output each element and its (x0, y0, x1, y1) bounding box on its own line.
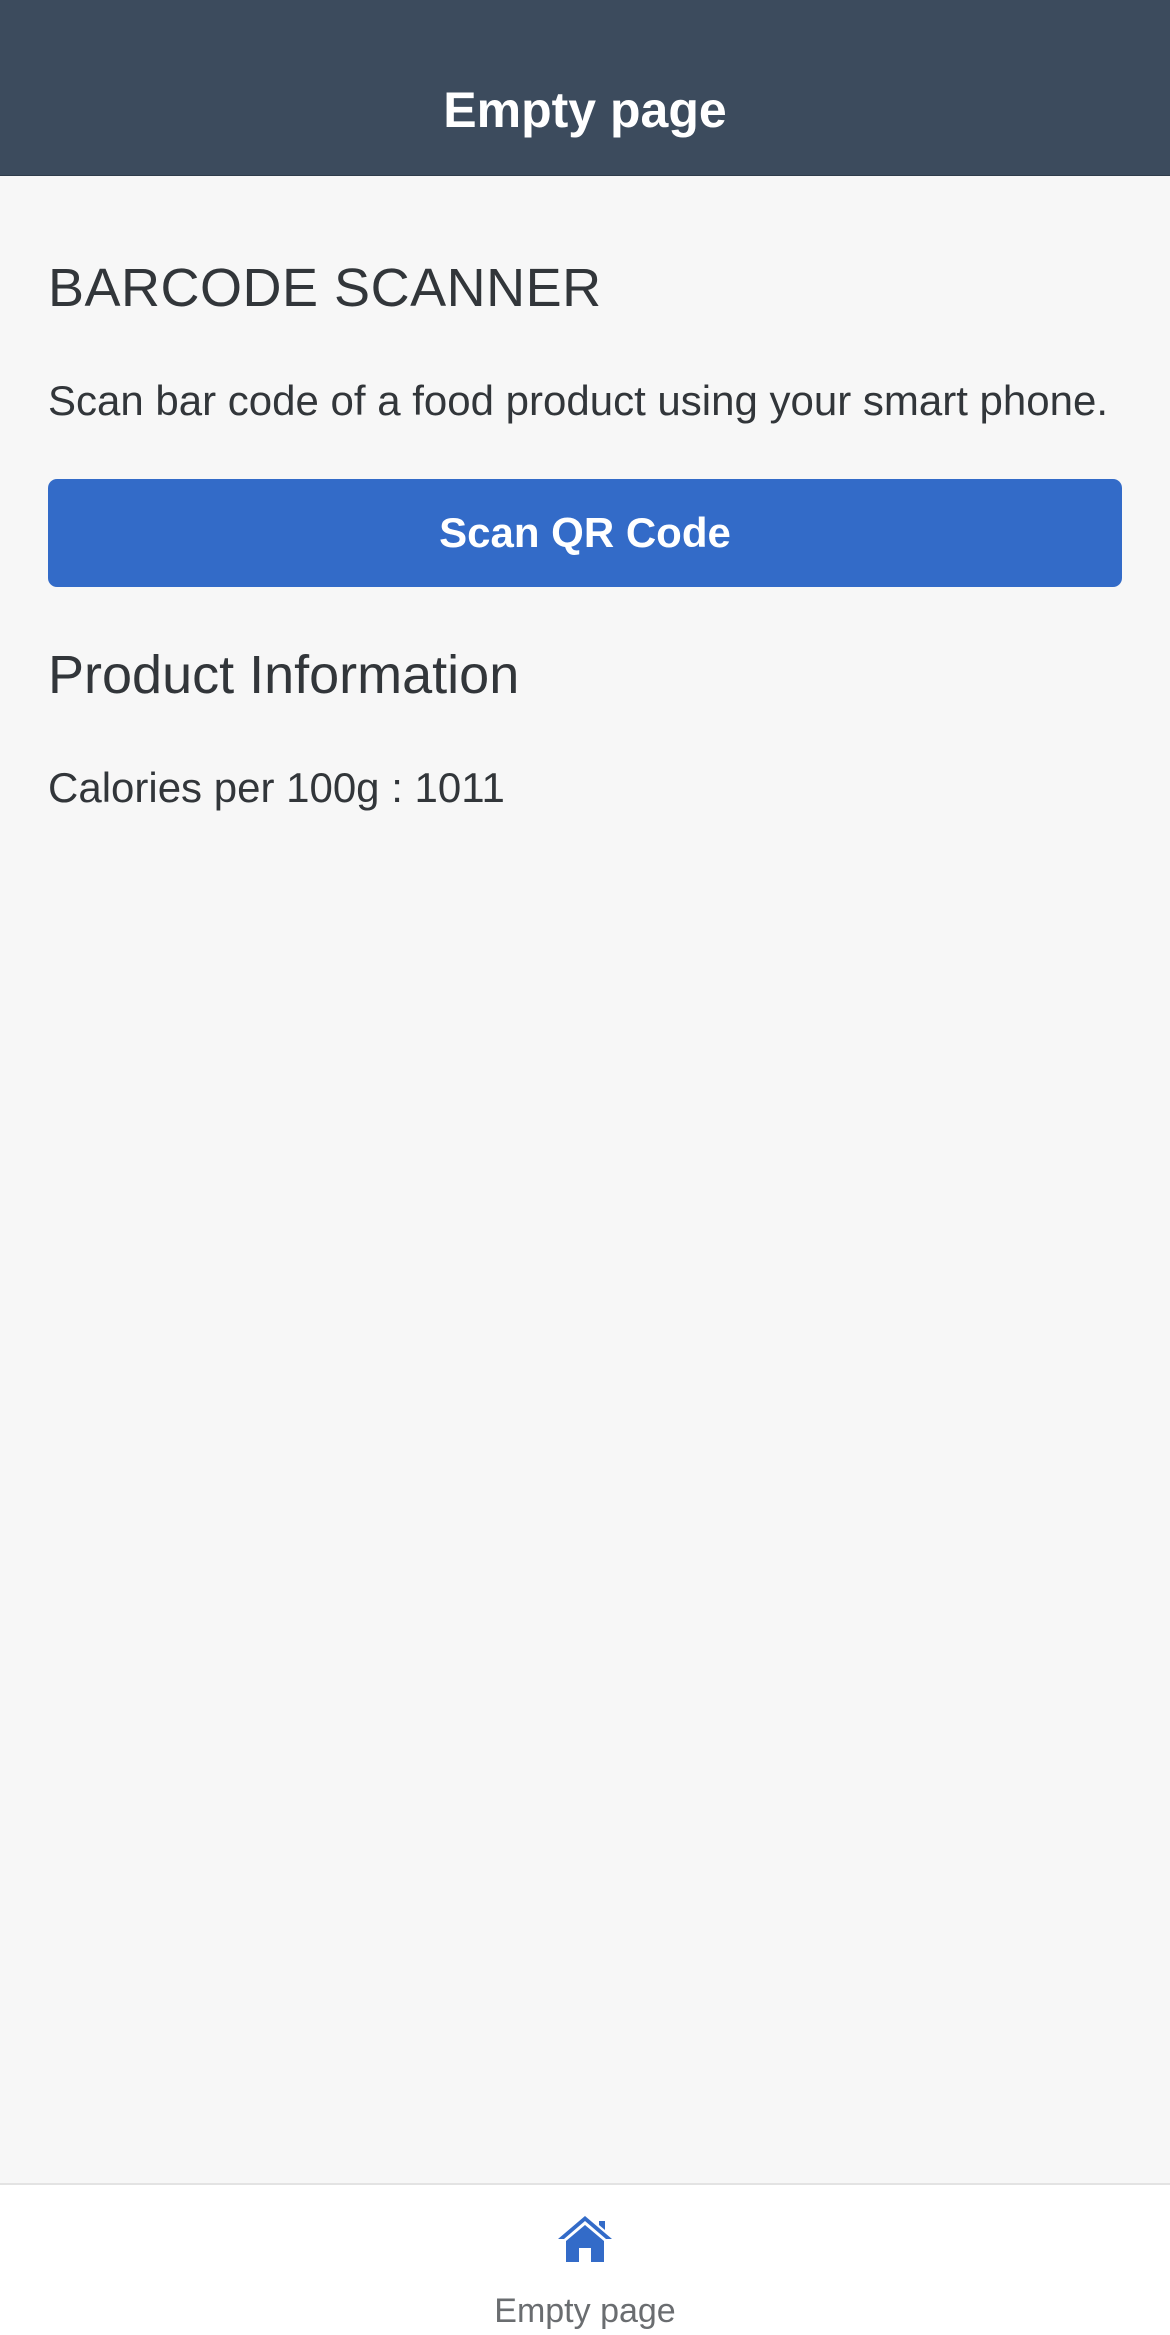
app-header: Empty page (0, 0, 1170, 176)
calories-text: Calories per 100g : 1011 (48, 764, 505, 811)
tab-label: Empty page (494, 2292, 676, 2330)
bottom-tab-bar: Empty page (0, 2183, 1170, 2335)
product-information-heading: Product Information (48, 645, 520, 705)
barcode-scanner-heading: BARCODE SCANNER (48, 258, 602, 318)
tab-empty-page[interactable]: Empty page (435, 2185, 735, 2335)
home-icon (558, 2216, 612, 2262)
scanner-description: Scan bar code of a food product using yo… (48, 377, 1108, 424)
scan-qr-code-button[interactable]: Scan QR Code (48, 479, 1122, 587)
page-title: Empty page (443, 82, 727, 138)
